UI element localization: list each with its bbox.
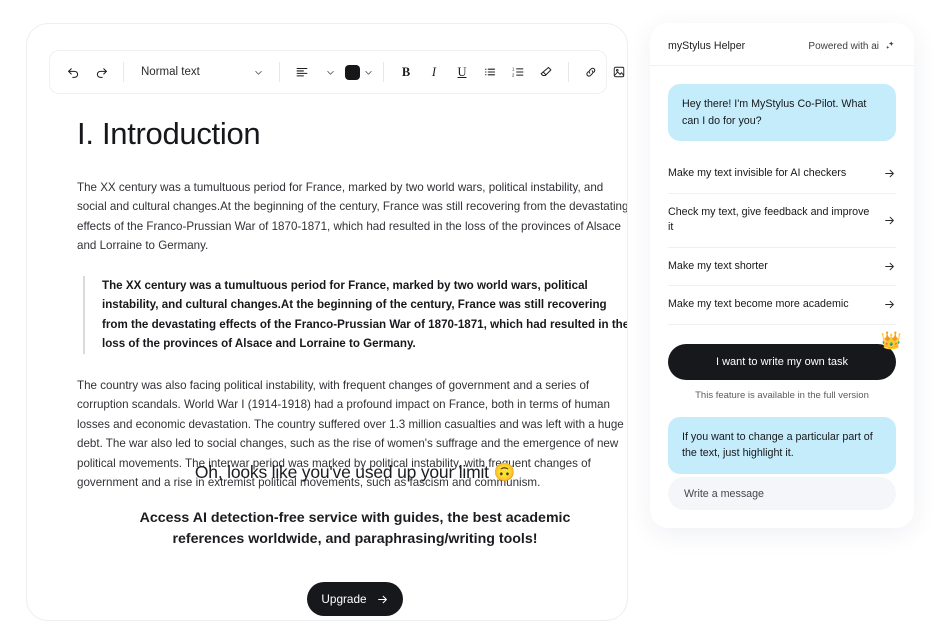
helper-header: myStylus Helper Powered with ai bbox=[650, 31, 914, 61]
document-heading: I. Introduction bbox=[77, 116, 261, 151]
suggestion-item-shorter[interactable]: Make my text shorter bbox=[668, 248, 896, 287]
suggestion-label: Check my text, give feedback and improve… bbox=[668, 205, 870, 234]
bold-button[interactable]: B bbox=[393, 59, 419, 85]
underline-label: U bbox=[457, 64, 467, 79]
editor-toolbar: Normal text B I U 1 2 bbox=[49, 50, 625, 94]
helper-title: myStylus Helper bbox=[668, 40, 746, 52]
toolbar-divider-1 bbox=[123, 62, 124, 82]
svg-text:2: 2 bbox=[512, 72, 515, 77]
underline-button[interactable]: U bbox=[449, 59, 475, 85]
paywall-block: Oh, looks like you've used up your limit… bbox=[77, 462, 627, 617]
sparkle-icon bbox=[886, 41, 894, 49]
arrow-right-icon bbox=[885, 262, 894, 271]
text-style-select[interactable]: Normal text bbox=[133, 59, 270, 85]
bullet-list-icon[interactable] bbox=[477, 59, 503, 85]
suggestion-item-invisible[interactable]: Make my text invisible for AI checkers bbox=[668, 155, 896, 194]
italic-button[interactable]: I bbox=[421, 59, 447, 85]
powered-label: Powered with ai bbox=[808, 40, 879, 52]
document-paragraph-1: The XX century was a tumultuous period f… bbox=[77, 181, 628, 253]
own-task-button[interactable]: I want to write my own task bbox=[668, 343, 896, 380]
document-blockquote: The XX century was a tumultuous period f… bbox=[83, 275, 627, 354]
toolbar-divider-2 bbox=[279, 62, 280, 82]
arrow-right-icon bbox=[377, 595, 387, 603]
svg-text:1: 1 bbox=[512, 66, 515, 71]
undo-icon[interactable] bbox=[60, 59, 86, 85]
highlight-tip-bubble: If you want to change a particular part … bbox=[668, 416, 896, 474]
text-color-picker[interactable] bbox=[345, 64, 374, 80]
numbered-list-icon[interactable]: 1 2 bbox=[505, 59, 531, 85]
document-area[interactable]: I. Introduction The XX century was a tum… bbox=[77, 116, 628, 511]
toolbar-divider-4 bbox=[568, 62, 569, 82]
greeting-bubble: Hey there! I'm MyStylus Co-Pilot. What c… bbox=[668, 84, 896, 142]
suggestion-item-academic[interactable]: Make my text become more academic bbox=[668, 286, 896, 325]
bold-label: B bbox=[401, 64, 411, 79]
chevron-down-icon bbox=[255, 70, 262, 75]
arrow-right-icon bbox=[885, 301, 894, 309]
toolbar-divider-3 bbox=[383, 62, 384, 82]
suggestion-list: Make my text invisible for AI checkers C… bbox=[668, 155, 896, 325]
paywall-subtitle: Access AI detection-free service with gu… bbox=[139, 510, 571, 548]
upgrade-button[interactable]: Upgrade bbox=[307, 582, 403, 617]
color-swatch bbox=[345, 64, 360, 80]
arrow-right-icon bbox=[885, 216, 894, 224]
editor-card: Normal text B I U 1 2 I. Introduction Th… bbox=[26, 23, 628, 621]
suggestion-item-feedback[interactable]: Check my text, give feedback and improve… bbox=[668, 194, 896, 248]
helper-body: Hey there! I'm MyStylus Co-Pilot. What c… bbox=[650, 84, 914, 474]
align-dropdown-icon[interactable] bbox=[317, 59, 343, 85]
app-root: Normal text B I U 1 2 I. Introduction Th… bbox=[0, 0, 936, 640]
helper-header-divider bbox=[650, 65, 914, 66]
suggestion-label: Make my text shorter bbox=[668, 259, 768, 272]
powered-badge: Powered with ai bbox=[808, 40, 896, 52]
italic-label: I bbox=[431, 64, 437, 79]
suggestion-label: Make my text invisible for AI checkers bbox=[668, 167, 847, 180]
full-version-note: This feature is available in the full ve… bbox=[695, 389, 869, 401]
message-input[interactable] bbox=[668, 477, 896, 510]
align-left-icon[interactable] bbox=[289, 59, 315, 85]
helper-panel: myStylus Helper Powered with ai Hey ther… bbox=[650, 23, 914, 528]
image-icon[interactable] bbox=[606, 59, 627, 85]
upgrade-button-label: Upgrade bbox=[321, 592, 367, 607]
own-task-wrapper: I want to write my own task 👑 bbox=[668, 332, 902, 380]
arrow-right-icon bbox=[885, 170, 894, 178]
text-style-value: Normal text bbox=[141, 66, 200, 78]
redo-icon[interactable] bbox=[88, 59, 114, 85]
eraser-icon[interactable] bbox=[533, 59, 559, 85]
chevron-down-icon bbox=[365, 70, 372, 75]
paywall-title: Oh, looks like you've used up your limit… bbox=[194, 462, 516, 482]
link-icon[interactable] bbox=[578, 59, 604, 85]
suggestion-label: Make my text become more academic bbox=[668, 298, 849, 311]
